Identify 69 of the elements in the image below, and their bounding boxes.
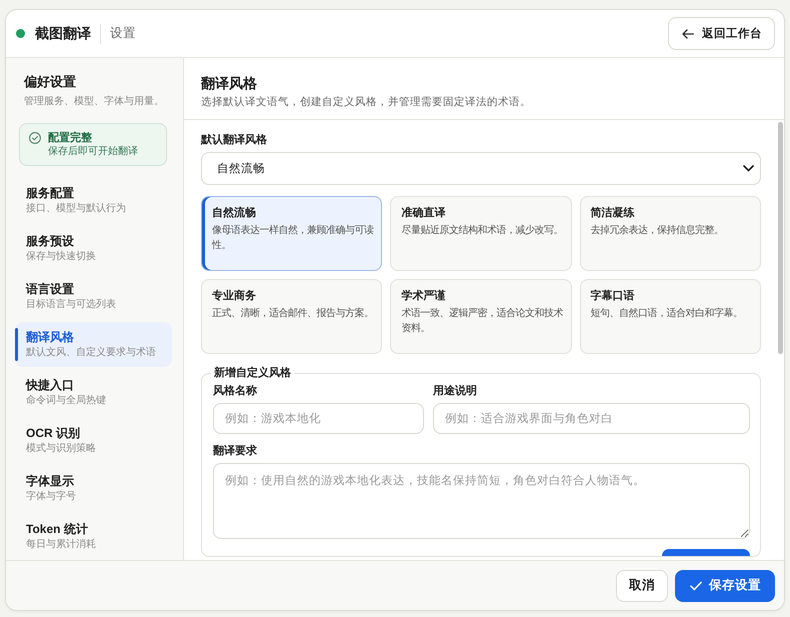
style-card-title: 简洁凝练 bbox=[590, 206, 636, 221]
sidebar-item[interactable]: Token 统计 每日与累计消耗 bbox=[15, 514, 172, 559]
input-field[interactable]: 例如：游戏本地化 bbox=[213, 403, 424, 434]
sidebar-item-description: 字体与字号 bbox=[26, 490, 77, 504]
sidebar-item-description: 接口、模型与默认行为 bbox=[26, 202, 127, 216]
sidebar-item-title: 服务预设 bbox=[26, 233, 75, 249]
sidebar-title: 偏好设置 bbox=[24, 73, 77, 91]
style-card-title: 专业商务 bbox=[212, 289, 257, 304]
sidebar-item-description: 目标语言与可选列表 bbox=[26, 298, 117, 312]
sidebar-item-title: 语言设置 bbox=[26, 281, 75, 297]
style-card-description: 去掉冗余表达，保持信息完整。 bbox=[590, 224, 725, 238]
style-card-description: 像母语表达一样自然，兼顾准确与可读性。 bbox=[212, 224, 374, 253]
sidebar-item-title: Token 统计 bbox=[26, 521, 89, 537]
textarea-field[interactable]: 例如：使用自然的游戏本地化表达，技能名保持简短，角色对白符合人物语气。 bbox=[213, 463, 750, 539]
style-card-title: 准确直译 bbox=[401, 206, 446, 221]
sidebar-item-description: 每日与累计消耗 bbox=[26, 538, 97, 552]
style-card[interactable]: 简洁凝练 去掉冗余表达，保持信息完整。 bbox=[580, 196, 761, 271]
style-card[interactable]: 自然流畅 像母语表达一样自然，兼顾准确与可读性。 bbox=[201, 196, 382, 271]
sidebar-item-description: 模式与识别策略 bbox=[26, 442, 97, 456]
style-card-title: 自然流畅 bbox=[212, 206, 257, 221]
sidebar-item[interactable]: 服务配置 接口、模型与默认行为 bbox=[15, 178, 172, 223]
partial-button[interactable] bbox=[662, 549, 750, 556]
style-card-description: 正式、清晰，适合邮件、报告与方案。 bbox=[212, 306, 374, 321]
style-card-description: 尽量贴近原文结构和术语，减少改写。 bbox=[401, 224, 564, 238]
sidebar-item-title: 翻译风格 bbox=[26, 329, 75, 345]
scrollbar-thumb[interactable] bbox=[778, 122, 783, 354]
sidebar-item-description: 保存与快速切换 bbox=[26, 250, 97, 264]
sidebar-item-description: 命令词与全局热键 bbox=[26, 394, 107, 408]
chevron-down-icon bbox=[743, 165, 754, 172]
input-field[interactable]: 例如：适合游戏界面与角色对白 bbox=[433, 403, 750, 434]
save-button[interactable]: 保存设置 bbox=[675, 570, 775, 602]
sidebar-item[interactable]: 快捷入口 命令词与全局热键 bbox=[15, 370, 172, 415]
check-icon bbox=[690, 580, 702, 590]
style-card[interactable]: 专业商务 正式、清晰，适合邮件、报告与方案。 bbox=[201, 279, 382, 354]
section-title: 设置 bbox=[110, 25, 136, 42]
cancel-button[interactable]: 取消 bbox=[616, 570, 668, 602]
panel-subtitle: 选择默认译文语气，创建自定义风格，并管理需要固定译法的术语。 bbox=[201, 95, 532, 109]
status-dot-icon bbox=[16, 29, 25, 38]
style-card-title: 字幕口语 bbox=[590, 289, 636, 304]
group-legend: 新增自定义风格 bbox=[211, 366, 294, 380]
sidebar-item-description: 默认文风、自定义要求与术语 bbox=[26, 346, 157, 360]
back-button[interactable]: 返回工作台 bbox=[668, 17, 775, 50]
style-card-description: 短句、自然口语，适合对白和字幕。 bbox=[590, 306, 744, 321]
style-card-description: 术语一致、逻辑严密，适合论文和技术资料。 bbox=[401, 306, 564, 336]
status-detail: 保存后即可开始翻译 bbox=[48, 145, 138, 158]
field-label: 翻译要求 bbox=[213, 444, 258, 458]
app-title: 截图翻译 bbox=[35, 24, 91, 42]
style-card-title: 学术严谨 bbox=[401, 289, 446, 304]
style-select[interactable]: 自然流畅 bbox=[201, 152, 761, 185]
style-card[interactable]: 字幕口语 短句、自然口语，适合对白和字幕。 bbox=[580, 279, 761, 354]
status-title: 配置完整 bbox=[48, 131, 93, 145]
field-label: 默认翻译风格 bbox=[201, 133, 268, 147]
sidebar-item[interactable]: 字体显示 字体与字号 bbox=[15, 466, 172, 511]
check-circle-icon bbox=[29, 132, 41, 144]
field-label: 风格名称 bbox=[213, 384, 258, 398]
sidebar-subtitle: 管理服务、模型、字体与用量。 bbox=[24, 95, 165, 109]
style-card[interactable]: 准确直译 尽量贴近原文结构和术语，减少改写。 bbox=[390, 196, 572, 271]
panel-title: 翻译风格 bbox=[201, 74, 258, 92]
sidebar-item[interactable]: 服务预设 保存与快速切换 bbox=[15, 226, 172, 271]
sidebar-item[interactable]: OCR 识别 模式与识别策略 bbox=[15, 418, 172, 463]
sidebar-item-title: 字体显示 bbox=[26, 473, 75, 489]
sidebar-item-title: 服务配置 bbox=[26, 185, 75, 201]
arrow-left-icon bbox=[682, 28, 694, 38]
sidebar-item[interactable]: 语言设置 目标语言与可选列表 bbox=[15, 274, 172, 319]
sidebar-item-title: OCR 识别 bbox=[26, 425, 81, 441]
field-label: 用途说明 bbox=[433, 384, 478, 398]
style-card[interactable]: 学术严谨 术语一致、逻辑严密，适合论文和技术资料。 bbox=[390, 279, 572, 354]
sidebar-item[interactable]: 翻译风格 默认文风、自定义要求与术语 bbox=[15, 322, 172, 367]
sidebar-item-title: 快捷入口 bbox=[26, 377, 75, 393]
